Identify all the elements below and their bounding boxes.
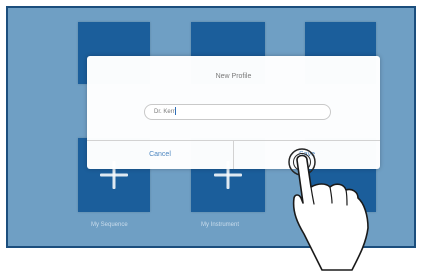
tap-hand-icon (288, 148, 369, 271)
screenshot-stage: My Sequence My Instrument New Profile Dr… (0, 0, 422, 273)
